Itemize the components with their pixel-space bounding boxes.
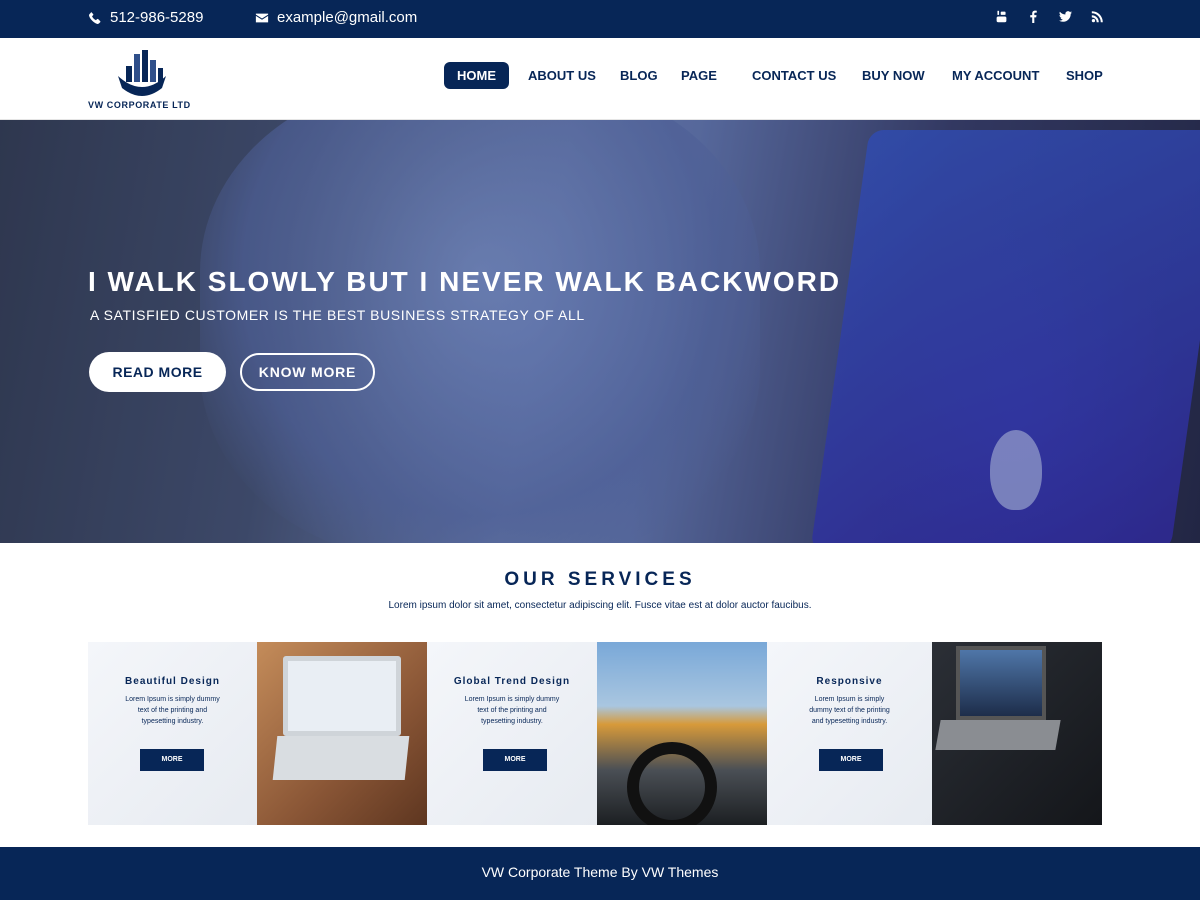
- service-more-button[interactable]: MORE: [483, 749, 547, 771]
- services-description: Lorem ipsum dolor sit amet, consectetur …: [388, 600, 812, 611]
- phone-number: 512-986-5289: [110, 9, 204, 26]
- social-links: [994, 9, 1104, 23]
- twitter-icon[interactable]: [1058, 9, 1072, 23]
- envelope-icon: [255, 13, 269, 22]
- service-card-responsive: Responsive Lorem Ipsum is simply dummy t…: [767, 642, 932, 825]
- building-logo-icon: [118, 50, 166, 96]
- site-footer: VW Corporate Theme By VW Themes: [0, 847, 1200, 900]
- nav-home[interactable]: HOME: [444, 62, 509, 89]
- service-text: Lorem Ipsum is simply dummy text of the …: [809, 696, 890, 725]
- nav-about-us[interactable]: ABOUT US: [528, 62, 596, 89]
- service-image-laptop-devices: [932, 642, 1102, 825]
- facebook-icon[interactable]: [1026, 9, 1040, 23]
- phone-icon: [89, 11, 101, 24]
- service-title: Beautiful Design: [125, 676, 220, 687]
- services-title: OUR SERVICES: [504, 569, 696, 590]
- phone-contact[interactable]: 512-986-5289: [88, 9, 203, 26]
- service-image-laptop-table: [257, 642, 427, 825]
- nav-blog[interactable]: BLOG: [620, 62, 658, 89]
- nav-page[interactable]: PAGE: [681, 62, 717, 89]
- email-contact[interactable]: example@gmail.com: [255, 9, 417, 26]
- services-grid: Beautiful Design Lorem Ipsum is simply d…: [88, 642, 1102, 825]
- service-title: Responsive: [816, 676, 883, 687]
- rss-icon[interactable]: [1090, 9, 1104, 23]
- service-text: Lorem Ipsum is simply dummy text of the …: [125, 696, 220, 725]
- logo-text: VW CORPORATE LTD: [88, 100, 191, 110]
- hero-title: I WALK SLOWLY BUT I NEVER WALK BACKWORD: [88, 266, 842, 297]
- service-card-beautiful-design: Beautiful Design Lorem Ipsum is simply d…: [88, 642, 257, 825]
- youtube-icon[interactable]: [994, 9, 1008, 23]
- top-bar: 512-986-5289 example@gmail.com: [0, 0, 1200, 38]
- service-more-button[interactable]: MORE: [819, 749, 883, 771]
- service-more-button[interactable]: MORE: [140, 749, 204, 771]
- nav-buy-now[interactable]: BUY NOW: [862, 62, 925, 89]
- nav-contact-us[interactable]: CONTACT US: [752, 62, 836, 89]
- site-logo[interactable]: VW CORPORATE LTD: [86, 48, 206, 112]
- hero-subtitle: A SATISFIED CUSTOMER IS THE BEST BUSINES…: [90, 307, 585, 323]
- hero-banner: I WALK SLOWLY BUT I NEVER WALK BACKWORD …: [0, 120, 1200, 543]
- service-title: Global Trend Design: [453, 676, 571, 687]
- service-text: Lorem Ipsum is simply dummy text of the …: [464, 696, 560, 725]
- service-card-global-trend-design: Global Trend Design Lorem Ipsum is simpl…: [427, 642, 597, 825]
- nav-my-account[interactable]: MY ACCOUNT: [952, 62, 1039, 89]
- nav-shop[interactable]: SHOP: [1066, 62, 1103, 89]
- email-address: example@gmail.com: [277, 9, 418, 26]
- know-more-button[interactable]: KNOW MORE: [240, 353, 375, 391]
- service-image-car-interior: [597, 642, 767, 825]
- site-header: VW CORPORATE LTD HOME ABOUT US BLOG PAGE…: [0, 38, 1200, 120]
- read-more-button[interactable]: READ MORE: [89, 352, 226, 392]
